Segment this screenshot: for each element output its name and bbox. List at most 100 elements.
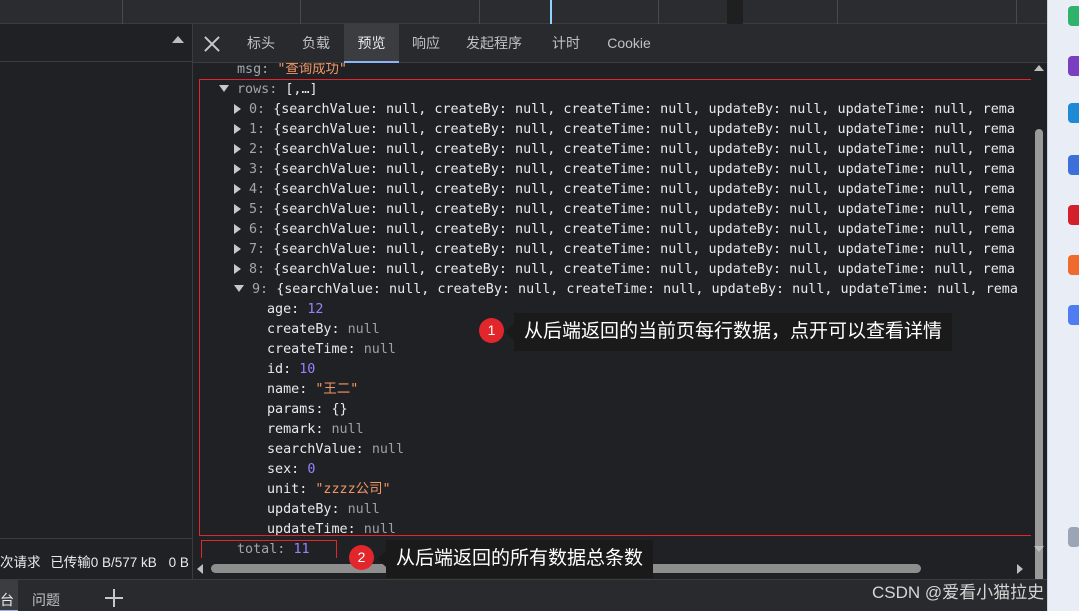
timeline-gridline [300, 0, 301, 24]
json-key: params: [267, 402, 324, 417]
row-index: 7: [249, 242, 266, 257]
field-line: id: 10 [267, 360, 315, 380]
scrollbar-thumb[interactable] [1035, 129, 1043, 601]
row-line-collapsed[interactable]: 4: {searchValue: null, createBy: null, c… [234, 180, 1015, 200]
tab-response[interactable]: 响应 [403, 24, 449, 63]
extension-icon[interactable] [1068, 103, 1079, 123]
row-index: 9: [252, 282, 269, 297]
json-value: {} [331, 402, 348, 417]
tab-headers[interactable]: 标头 [237, 24, 285, 63]
row-line-expanded[interactable]: 9: {searchValue: null, createBy: null, c… [234, 280, 1018, 300]
timeline-overview[interactable] [0, 0, 1047, 24]
extension-icon[interactable] [1068, 56, 1079, 76]
collapse-triangle-icon[interactable] [234, 285, 244, 292]
expand-triangle-icon[interactable] [234, 224, 241, 234]
scroll-up-icon[interactable] [1034, 65, 1044, 71]
tab-cookies[interactable]: Cookie [599, 24, 659, 63]
scroll-down-icon[interactable] [1034, 546, 1044, 552]
expand-triangle-icon[interactable] [234, 164, 241, 174]
json-key: name: [267, 382, 308, 397]
row-index: 1: [249, 122, 266, 137]
tab-preview[interactable]: 预览 [344, 24, 399, 63]
row-index: 3: [249, 162, 266, 177]
json-value: null [331, 422, 364, 437]
json-key: msg: [237, 63, 270, 77]
collapse-triangle-icon[interactable] [219, 85, 229, 92]
field-line: name: "王二" [267, 380, 358, 400]
expand-triangle-icon[interactable] [234, 244, 241, 254]
rows-summary: [,…] [285, 82, 318, 97]
detail-tabbar: 标头 负载 预览 响应 发起程序 计时 Cookie [193, 24, 1047, 63]
browser-side-panel [1047, 0, 1079, 611]
annotation-callout: 从后端返回的所有数据总条数 [376, 540, 654, 578]
close-icon[interactable] [203, 35, 221, 53]
row-summary: {searchValue: null, createBy: null, crea… [273, 242, 1015, 257]
field-line: sex: 0 [267, 460, 315, 480]
json-value: null [363, 342, 396, 357]
json-value: 0 [307, 462, 316, 477]
transferred-size: 已传输0 B/577 kB [50, 555, 157, 570]
json-key: createTime: [267, 342, 356, 357]
tab-timing[interactable]: 计时 [544, 24, 588, 63]
extension-icon[interactable] [1068, 305, 1079, 325]
json-key: remark: [267, 422, 324, 437]
field-line: searchValue: null [267, 440, 404, 460]
field-line: remark: null [267, 420, 364, 440]
json-key: searchValue: [267, 442, 364, 457]
vertical-scrollbar[interactable] [1031, 63, 1047, 601]
field-line: updateTime: null [267, 520, 396, 540]
row-line-collapsed[interactable]: 1: {searchValue: null, createBy: null, c… [234, 120, 1015, 140]
field-line: unit: "zzzz公司" [267, 480, 391, 500]
row-index: 4: [249, 182, 266, 197]
row-line-collapsed[interactable]: 3: {searchValue: null, createBy: null, c… [234, 160, 1015, 180]
sort-up-icon[interactable] [172, 36, 184, 43]
extension-icon[interactable] [1068, 527, 1079, 547]
json-value: "王二" [315, 382, 359, 397]
timeline-gridline [122, 0, 123, 24]
expand-triangle-icon[interactable] [234, 104, 241, 114]
tab-console[interactable]: 台 [0, 580, 18, 611]
tab-initiator[interactable]: 发起程序 [459, 24, 529, 63]
expand-triangle-icon[interactable] [234, 144, 241, 154]
row-line-collapsed[interactable]: 0: {searchValue: null, createBy: null, c… [234, 100, 1015, 120]
timeline-gridline [837, 0, 838, 24]
tab-issues[interactable]: 问题 [32, 580, 60, 611]
row-summary: {searchValue: null, createBy: null, crea… [273, 122, 1015, 137]
scroll-right-icon[interactable] [1017, 564, 1023, 574]
annotation-badge: 1 [479, 318, 504, 343]
extension-icon[interactable] [1068, 205, 1079, 225]
json-key: rows: [237, 82, 278, 97]
add-tab-icon[interactable] [104, 588, 124, 608]
row-line-collapsed[interactable]: 2: {searchValue: null, createBy: null, c… [234, 140, 1015, 160]
extension-icon[interactable] [1068, 155, 1079, 175]
field-line: params: {} [267, 400, 348, 420]
expand-triangle-icon[interactable] [234, 264, 241, 274]
expand-triangle-icon[interactable] [234, 124, 241, 134]
field-line: createBy: null [267, 320, 380, 340]
tab-payload[interactable]: 负载 [291, 24, 341, 63]
json-key: sex: [267, 462, 300, 477]
annotation-badge: 2 [349, 545, 374, 570]
expand-triangle-icon[interactable] [234, 184, 241, 194]
row-summary: {searchValue: null, createBy: null, crea… [273, 222, 1015, 237]
row-summary: {searchValue: null, createBy: null, crea… [273, 262, 1015, 277]
extension-icon[interactable] [1068, 6, 1079, 26]
json-key: updateBy: [267, 502, 340, 517]
expand-triangle-icon[interactable] [234, 204, 241, 214]
row-line-collapsed[interactable]: 8: {searchValue: null, createBy: null, c… [234, 260, 1015, 280]
json-key: age: [267, 302, 300, 317]
row-line-collapsed[interactable]: 5: {searchValue: null, createBy: null, c… [234, 200, 1015, 220]
scroll-left-icon[interactable] [197, 564, 203, 574]
field-line: age: 12 [267, 300, 323, 320]
row-line-collapsed[interactable]: 7: {searchValue: null, createBy: null, c… [234, 240, 1015, 260]
row-line-collapsed[interactable]: 6: {searchValue: null, createBy: null, c… [234, 220, 1015, 240]
timeline-gridline [1016, 0, 1017, 24]
row-index: 2: [249, 142, 266, 157]
timeline-block [727, 0, 743, 24]
rows-line[interactable]: rows: [,…] [219, 80, 318, 100]
json-preview: msg: "查询成功" rows: [,…] 0: {searchValue: … [193, 63, 1031, 558]
extension-icon[interactable] [1068, 255, 1079, 275]
json-value: null [371, 442, 405, 457]
network-status-bar: 次请求 已传输0 B/577 kB 0 B [0, 538, 193, 578]
resources-size: 0 B [168, 555, 189, 570]
